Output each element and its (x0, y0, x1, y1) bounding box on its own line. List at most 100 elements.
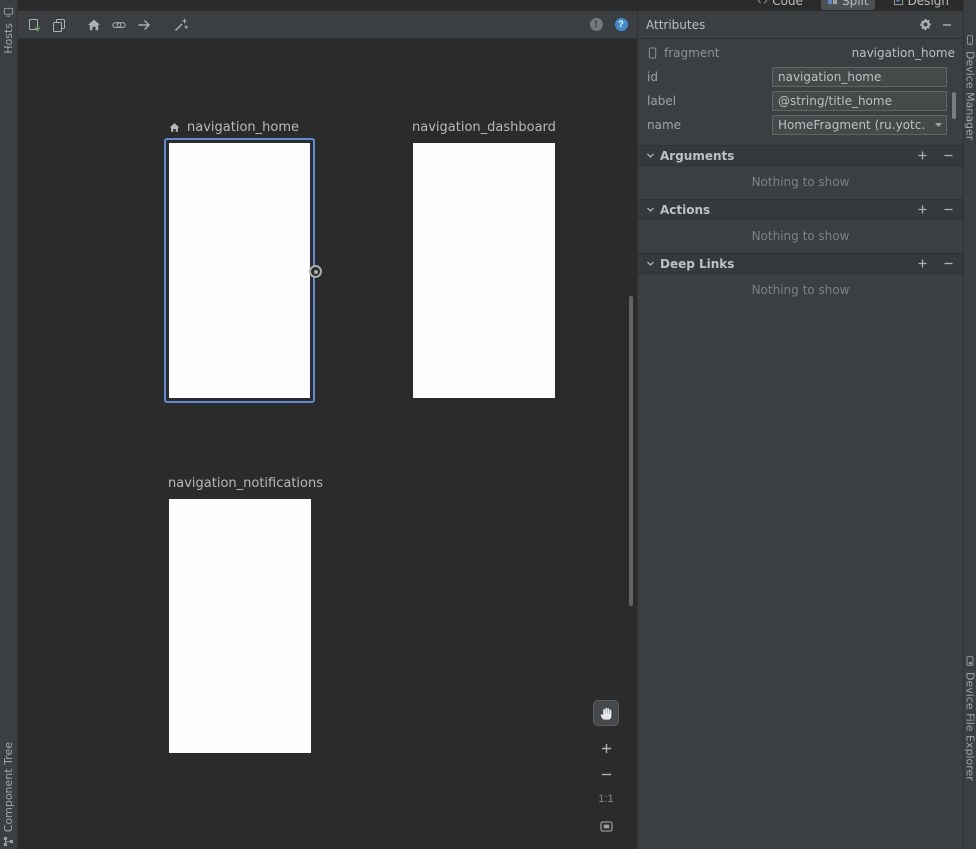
name-label: name (647, 118, 772, 132)
section-arguments: Arguments Nothing to show (638, 145, 963, 199)
fragment-node-navigation-dashboard[interactable] (413, 143, 555, 398)
tab-split[interactable]: Split (821, 0, 875, 10)
sidebar-item-component-tree[interactable]: Component Tree (0, 742, 17, 847)
nav-editor-toolbar: ! ? (18, 11, 637, 39)
fit-screen-icon (600, 821, 613, 832)
section-header-arguments[interactable]: Arguments (638, 145, 963, 166)
gear-icon (919, 18, 932, 31)
add-action-button[interactable] (109, 15, 129, 35)
right-tool-stripe: Device Manager Device File Explorer (963, 0, 976, 849)
fragment-label-text: navigation_dashboard (412, 120, 556, 135)
fragment-label-text: navigation_home (187, 120, 299, 135)
design-icon (893, 0, 904, 6)
zoom-in-button[interactable] (598, 740, 614, 756)
hide-panel-button[interactable] (939, 17, 955, 33)
editor-mode-strip: Code Split Design (18, 0, 963, 11)
arrow-right-icon (136, 17, 152, 33)
auto-arrange-button[interactable] (171, 15, 191, 35)
plus-icon (917, 204, 928, 215)
tab-label: Split (842, 0, 869, 8)
hosts-icon (3, 6, 14, 18)
section-title: Deep Links (660, 257, 734, 271)
remove-action-row-button[interactable] (941, 203, 955, 217)
minus-icon (943, 258, 954, 269)
section-header-deep-links[interactable]: Deep Links (638, 253, 963, 274)
fragment-label-navigation-dashboard[interactable]: navigation_dashboard (412, 120, 556, 135)
section-title: Actions (660, 203, 710, 217)
add-action-row-button[interactable] (915, 203, 929, 217)
left-tool-stripe: Hosts Component Tree (0, 0, 18, 849)
id-input[interactable] (772, 67, 947, 87)
fragment-label-navigation-notifications[interactable]: navigation_notifications (168, 476, 323, 491)
section-header-actions[interactable]: Actions (638, 199, 963, 220)
tab-code[interactable]: Code (751, 0, 809, 10)
minus-icon (943, 204, 954, 215)
panel-title: Attributes (646, 18, 705, 32)
minimize-icon (941, 19, 953, 31)
add-deep-link-button[interactable] (915, 257, 929, 271)
help-icon: ? (615, 18, 628, 31)
attribute-fields: id label name HomeFragment (ru.yotc. (638, 65, 963, 137)
tab-design[interactable]: Design (887, 0, 955, 10)
scrollbar-thumb[interactable] (952, 92, 956, 119)
settings-button[interactable] (917, 17, 933, 33)
sidebar-item-hosts[interactable]: Hosts (0, 6, 17, 54)
fragment-preview (169, 143, 310, 398)
nested-graph-button[interactable] (49, 15, 69, 35)
empty-message: Nothing to show (638, 220, 963, 253)
assign-start-destination-button[interactable] (84, 15, 104, 35)
zoom-scale-label: 1:1 (598, 793, 613, 805)
sidebar-item-device-manager[interactable]: Device Manager (964, 34, 976, 140)
plus-icon (917, 150, 928, 161)
attribute-sections: Arguments Nothing to show Actions (638, 145, 963, 307)
action-handle[interactable] (309, 265, 322, 278)
new-destination-button[interactable] (24, 15, 44, 35)
attributes-panel: Attributes fragment navigation_home id l… (637, 11, 963, 849)
zoom-to-100-button[interactable]: 1:1 (598, 794, 613, 805)
hosts-label: Hosts (3, 23, 14, 54)
label-input[interactable] (772, 91, 947, 111)
id-label: id (647, 70, 772, 84)
field-row-id: id (638, 65, 963, 89)
issues-button[interactable]: ! (586, 15, 606, 35)
add-argument-button[interactable] (915, 149, 929, 163)
help-button[interactable]: ? (611, 15, 631, 35)
fragment-node-navigation-notifications[interactable] (169, 499, 311, 753)
home-icon (86, 17, 102, 33)
component-tree-label: Component Tree (3, 742, 14, 832)
new-destination-icon (26, 17, 42, 33)
minus-icon (600, 768, 613, 781)
combobox-value: HomeFragment (ru.yotc. (778, 118, 925, 132)
fragment-node-navigation-home[interactable] (164, 138, 315, 403)
link-icon (111, 17, 127, 33)
section-title: Arguments (660, 149, 734, 163)
remove-argument-button[interactable] (941, 149, 955, 163)
nested-graph-icon (51, 17, 67, 33)
fragment-label-navigation-home[interactable]: navigation_home (168, 120, 299, 135)
empty-message: Nothing to show (638, 274, 963, 307)
name-combobox[interactable]: HomeFragment (ru.yotc. (772, 115, 947, 135)
field-row-label: label (638, 89, 963, 113)
zoom-out-button[interactable] (598, 766, 614, 782)
nav-graph-canvas[interactable]: navigation_home navigation_dashboard nav… (18, 39, 637, 849)
zoom-controls: 1:1 (593, 700, 619, 834)
sidebar-item-device-file-explorer[interactable]: Device File Explorer (964, 655, 976, 781)
field-row-name: name HomeFragment (ru.yotc. (638, 113, 963, 137)
chevron-down-icon (646, 259, 655, 268)
component-tree-icon (3, 836, 14, 847)
go-to-destination-button[interactable] (134, 15, 154, 35)
chevron-down-icon (646, 205, 655, 214)
selected-element-row: fragment navigation_home (647, 45, 955, 61)
device-manager-label: Device Manager (965, 51, 976, 140)
start-destination-home-icon (168, 121, 181, 134)
pan-tool-button[interactable] (593, 700, 619, 726)
fragment-label-text: navigation_notifications (168, 476, 323, 491)
device-manager-icon (965, 34, 975, 46)
scrollbar-thumb[interactable] (629, 296, 633, 606)
minus-icon (943, 150, 954, 161)
remove-deep-link-button[interactable] (941, 257, 955, 271)
chevron-down-icon (646, 151, 655, 160)
empty-message: Nothing to show (638, 166, 963, 199)
zoom-to-fit-button[interactable] (598, 818, 614, 834)
section-actions: Actions Nothing to show (638, 199, 963, 253)
